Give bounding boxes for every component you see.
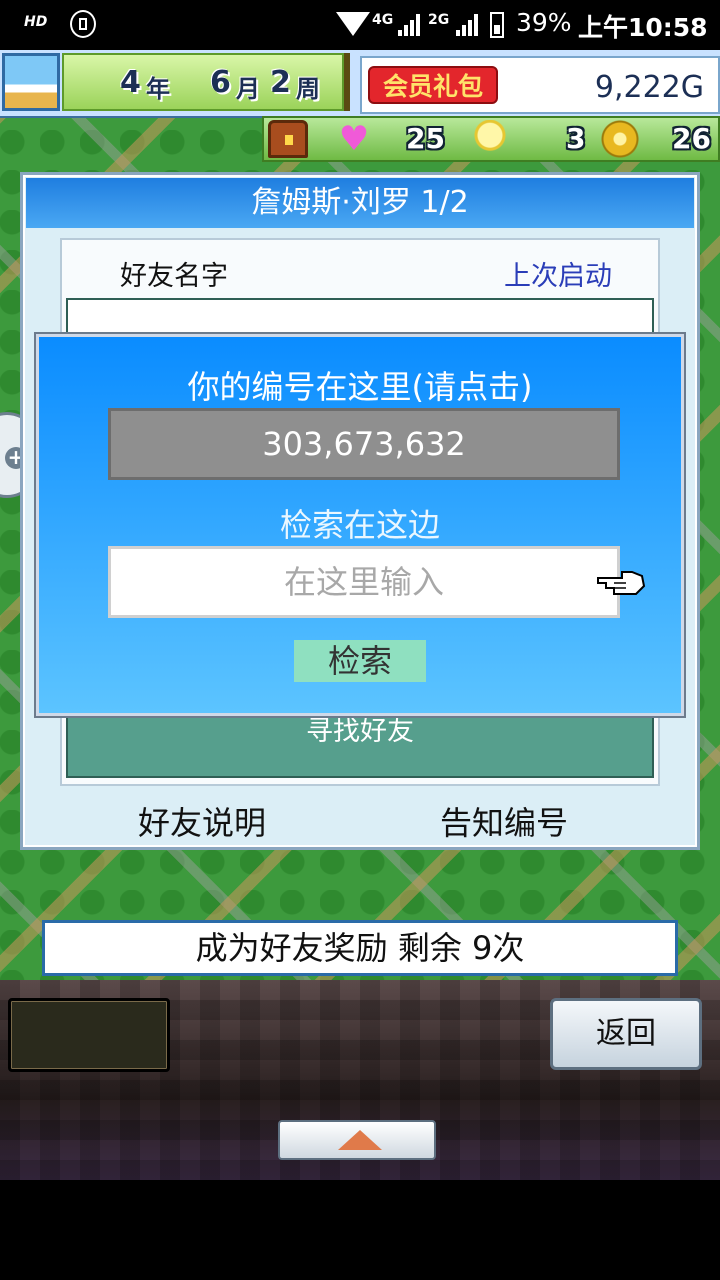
column-last-login: 上次启动 bbox=[504, 261, 612, 292]
game-logo-icon[interactable] bbox=[2, 53, 60, 111]
week-number: 2 bbox=[270, 65, 291, 100]
date-display: 4 年 6 月 2 周 bbox=[62, 53, 344, 111]
search-heading: 检索在这边 bbox=[279, 506, 440, 544]
search-input[interactable]: 在这里输入 bbox=[108, 546, 620, 618]
network-2g-label: 2G bbox=[428, 12, 450, 28]
column-friend-name: 好友名字 bbox=[120, 261, 228, 292]
back-button[interactable]: 返回 bbox=[550, 998, 702, 1070]
status-bar: HD 4G 2G 39% 上午10:58 bbox=[0, 0, 720, 50]
search-button[interactable]: 检索 bbox=[294, 640, 426, 682]
battery-percent: 39% bbox=[516, 8, 572, 37]
week-unit: 周 bbox=[296, 75, 320, 103]
ideas-count: 3 bbox=[566, 122, 586, 155]
year-unit: 年 bbox=[146, 75, 170, 103]
find-friends-button[interactable]: 寻找好友 bbox=[66, 708, 654, 778]
hearts-count: 25 bbox=[406, 122, 445, 155]
signal-2g-icon bbox=[456, 14, 480, 36]
hd-indicator: HD bbox=[24, 14, 48, 30]
month-number: 6 bbox=[210, 65, 231, 100]
year-number: 4 bbox=[120, 65, 141, 100]
my-id-field[interactable]: 303,673,632 bbox=[108, 408, 620, 480]
coins-count: 26 bbox=[672, 122, 711, 155]
clock: 上午10:58 bbox=[578, 13, 708, 42]
dialog-title: 詹姆斯·刘罗 1/2 bbox=[26, 178, 694, 228]
network-4g-label: 4G bbox=[372, 12, 394, 28]
gold-amount: 9,222G bbox=[594, 70, 704, 105]
share-id-button[interactable]: 告知编号 bbox=[440, 798, 568, 844]
friend-reward-bar: 成为好友奖励 剩余 9次 bbox=[42, 920, 678, 976]
coin-icon bbox=[600, 120, 640, 158]
wifi-icon bbox=[336, 12, 370, 36]
empty-slot bbox=[8, 998, 170, 1072]
friend-help-button[interactable]: 好友说明 bbox=[138, 798, 266, 844]
signal-4g-icon bbox=[398, 14, 422, 36]
member-gift-button[interactable]: 会员礼包 bbox=[368, 66, 498, 104]
heart-icon: ♥ bbox=[338, 119, 370, 159]
navigation-bar bbox=[0, 1180, 720, 1280]
lightbulb-icon bbox=[470, 120, 510, 158]
month-unit: 月 bbox=[236, 75, 260, 103]
hud-divider bbox=[344, 53, 350, 111]
vibrate-icon bbox=[70, 10, 96, 38]
expand-menu-button[interactable] bbox=[278, 1120, 436, 1160]
resource-bar: ♥ 25 3 26 bbox=[262, 116, 720, 162]
my-id-heading: 你的编号在这里(请点击) bbox=[187, 368, 533, 406]
battery-icon bbox=[490, 12, 504, 38]
treasure-chest-icon[interactable] bbox=[268, 120, 308, 158]
pointing-hand-icon bbox=[597, 571, 646, 595]
